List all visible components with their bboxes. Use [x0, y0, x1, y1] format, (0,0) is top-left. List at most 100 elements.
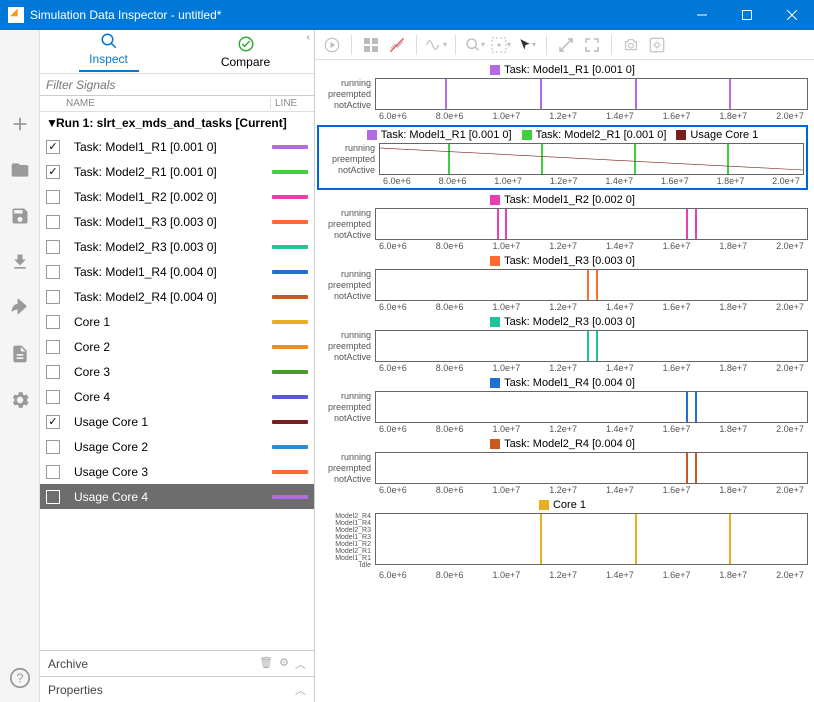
clear-icon[interactable]: [386, 34, 408, 56]
subplot[interactable]: Core 1Model2_R4Model1_R4Model2_R3Model1_…: [317, 499, 808, 580]
col-name: NAME: [62, 98, 270, 109]
x-labels: 6.0e+68.0e+61.0e+71.2e+71.4e+71.6e+71.8e…: [375, 110, 808, 121]
gear-small-icon[interactable]: ⚙: [279, 656, 289, 672]
filter-input[interactable]: [40, 74, 314, 96]
settings-button[interactable]: [8, 388, 32, 412]
signal-checkbox[interactable]: [46, 290, 60, 304]
signal-tree[interactable]: ▼ Run 1: slrt_ex_mds_and_tasks [Current]…: [40, 112, 314, 650]
signal-checkbox[interactable]: [46, 415, 60, 429]
signal-color-swatch: [272, 345, 308, 349]
chart-canvas[interactable]: [375, 208, 808, 240]
chart-canvas[interactable]: [375, 330, 808, 362]
chart-canvas[interactable]: [375, 452, 808, 484]
y-labels: runningpreemptednotActive: [321, 143, 379, 175]
signal-label: Core 4: [68, 390, 272, 404]
subplot[interactable]: Task: Model1_R3 [0.003 0]runningpreempte…: [317, 255, 808, 312]
trash-icon[interactable]: 🗑: [259, 656, 273, 672]
signal-row[interactable]: Core 3: [40, 359, 314, 384]
help-button[interactable]: ?: [8, 666, 32, 690]
chart-canvas[interactable]: [375, 78, 808, 110]
snapshot-icon[interactable]: [620, 34, 642, 56]
subplot[interactable]: Task: Model1_R1 [0.001 0]Task: Model2_R1…: [317, 125, 808, 190]
subplot[interactable]: Task: Model2_R3 [0.003 0]runningpreempte…: [317, 316, 808, 373]
signal-row[interactable]: Core 2: [40, 334, 314, 359]
export-button[interactable]: [8, 296, 32, 320]
signal-checkbox[interactable]: [46, 390, 60, 404]
signal-checkbox[interactable]: [46, 465, 60, 479]
legend-text: Usage Core 1: [690, 129, 758, 141]
column-header: NAME LINE: [40, 96, 314, 112]
signal-color-swatch: [272, 495, 308, 499]
signal-row[interactable]: Usage Core 1: [40, 409, 314, 434]
signal-row[interactable]: Task: Model2_R4 [0.004 0]: [40, 284, 314, 309]
zoom-icon[interactable]: ▾: [464, 34, 486, 56]
y-labels: Model2_R4Model1_R4Model2_R3Model1_R3Mode…: [317, 513, 375, 569]
chart-canvas[interactable]: [375, 391, 808, 423]
signal-checkbox[interactable]: [46, 190, 60, 204]
signal-row[interactable]: Usage Core 3: [40, 459, 314, 484]
signal-color-swatch: [272, 295, 308, 299]
subplot[interactable]: Task: Model1_R2 [0.002 0]runningpreempte…: [317, 194, 808, 251]
subplot[interactable]: Task: Model2_R4 [0.004 0]runningpreempte…: [317, 438, 808, 495]
fullscreen-icon[interactable]: [581, 34, 603, 56]
close-button[interactable]: [769, 0, 814, 30]
chevron-up-icon[interactable]: ︿: [295, 656, 306, 672]
grid-icon[interactable]: [360, 34, 382, 56]
signal-checkbox[interactable]: [46, 365, 60, 379]
add-button[interactable]: [8, 112, 32, 136]
signal-label: Usage Core 3: [68, 465, 272, 479]
save-button[interactable]: [8, 204, 32, 228]
chart-canvas[interactable]: [375, 269, 808, 301]
expand-diag-icon[interactable]: [555, 34, 577, 56]
side-panel: ‹ Inspect Compare NAME LINE ▼ Run 1: slr…: [40, 30, 315, 702]
signal-row[interactable]: Task: Model1_R4 [0.004 0]: [40, 259, 314, 284]
signal-row[interactable]: Usage Core 4: [40, 484, 314, 509]
signal-row[interactable]: Task: Model1_R3 [0.003 0]: [40, 209, 314, 234]
archive-section[interactable]: Archive 🗑 ⚙ ︿: [40, 650, 314, 676]
signal-checkbox[interactable]: [46, 315, 60, 329]
legend-text: Task: Model1_R1 [0.001 0]: [381, 129, 512, 141]
signal-row[interactable]: Usage Core 2: [40, 434, 314, 459]
signal-checkbox[interactable]: [46, 490, 60, 504]
signal-checkbox[interactable]: [46, 140, 60, 154]
report-button[interactable]: [8, 342, 32, 366]
chart-canvas[interactable]: [379, 143, 804, 175]
fit-icon[interactable]: ▾: [490, 34, 512, 56]
properties-section[interactable]: Properties ︿: [40, 676, 314, 702]
tab-inspect[interactable]: Inspect: [40, 30, 177, 73]
run-circle-icon[interactable]: [321, 34, 343, 56]
signal-checkbox[interactable]: [46, 240, 60, 254]
signal-row[interactable]: Core 4: [40, 384, 314, 409]
prefs-icon[interactable]: [646, 34, 668, 56]
wave-icon[interactable]: ▾: [425, 34, 447, 56]
signal-checkbox[interactable]: [46, 265, 60, 279]
signal-label: Core 2: [68, 340, 272, 354]
chevron-up-icon[interactable]: ︿: [295, 682, 306, 698]
signal-row[interactable]: Core 1: [40, 309, 314, 334]
tab-compare[interactable]: Compare: [177, 30, 314, 73]
signal-checkbox[interactable]: [46, 340, 60, 354]
legend: Task: Model1_R3 [0.003 0]: [317, 255, 808, 267]
signal-row[interactable]: Task: Model2_R1 [0.001 0]: [40, 159, 314, 184]
signal-color-swatch: [272, 270, 308, 274]
legend-text: Task: Model1_R1 [0.001 0]: [504, 64, 635, 76]
chart-canvas[interactable]: [375, 513, 808, 565]
signal-checkbox[interactable]: [46, 165, 60, 179]
maximize-button[interactable]: [724, 0, 769, 30]
run-label: Run 1: slrt_ex_mds_and_tasks [Current]: [56, 116, 287, 130]
minimize-button[interactable]: [679, 0, 724, 30]
signal-color-swatch: [272, 470, 308, 474]
open-button[interactable]: [8, 158, 32, 182]
signal-row[interactable]: Task: Model1_R1 [0.001 0]: [40, 134, 314, 159]
cursor-icon[interactable]: ▾: [516, 34, 538, 56]
run-row[interactable]: ▼ Run 1: slrt_ex_mds_and_tasks [Current]: [40, 112, 314, 134]
subplot[interactable]: Task: Model1_R1 [0.001 0]runningpreempte…: [317, 64, 808, 121]
signal-checkbox[interactable]: [46, 215, 60, 229]
signal-row[interactable]: Task: Model2_R3 [0.003 0]: [40, 234, 314, 259]
import-button[interactable]: [8, 250, 32, 274]
collapse-icon[interactable]: ‹: [307, 32, 310, 43]
signal-checkbox[interactable]: [46, 440, 60, 454]
subplot[interactable]: Task: Model1_R4 [0.004 0]runningpreempte…: [317, 377, 808, 434]
plot-stack[interactable]: Task: Model1_R1 [0.001 0]runningpreempte…: [315, 60, 814, 702]
signal-row[interactable]: Task: Model1_R2 [0.002 0]: [40, 184, 314, 209]
